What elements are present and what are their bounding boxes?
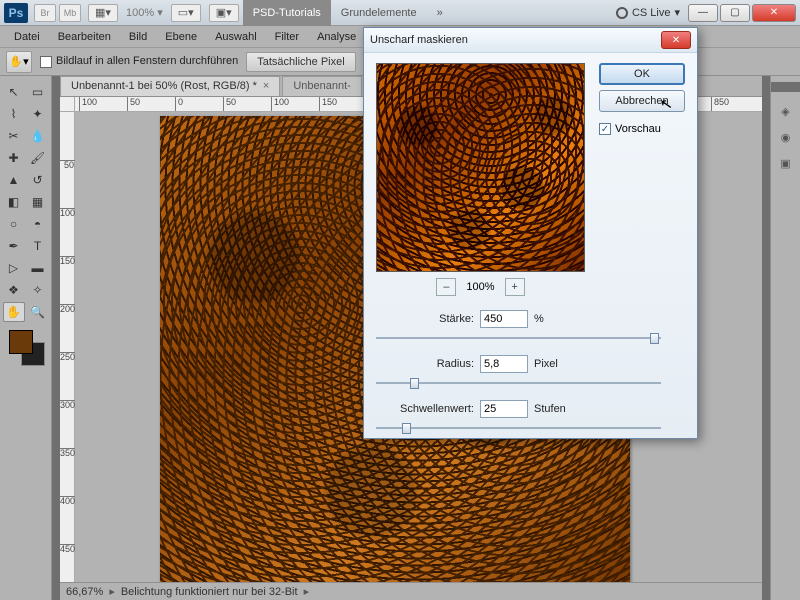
- radius-input[interactable]: [480, 355, 528, 373]
- workspace-more[interactable]: »: [427, 0, 453, 26]
- ok-button[interactable]: OK: [599, 63, 685, 85]
- close-tab-icon[interactable]: ×: [263, 80, 269, 92]
- strength-label: Stärke:: [376, 313, 474, 325]
- panel-dock-right: ◈ ◉ ▣: [770, 76, 800, 600]
- document-tab-active[interactable]: Unbenannt-1 bei 50% (Rost, RGB/8) *×: [60, 76, 280, 96]
- view-extras-dropdown[interactable]: ▭▾: [171, 4, 201, 22]
- menu-bearbeiten[interactable]: Bearbeiten: [50, 29, 119, 45]
- actual-pixels-button[interactable]: Tatsächliche Pixel: [246, 52, 355, 72]
- document-tab-inactive[interactable]: Unbenannt-: [282, 76, 362, 96]
- panel-rail-right[interactable]: [762, 76, 770, 600]
- threshold-input[interactable]: [480, 400, 528, 418]
- dialog-close-button[interactable]: ✕: [661, 31, 691, 49]
- magic-wand-tool[interactable]: ✦: [27, 104, 49, 124]
- move-tool[interactable]: ↖: [3, 82, 25, 102]
- shape-tool[interactable]: ▬: [27, 258, 49, 278]
- menu-analyse[interactable]: Analyse: [309, 29, 364, 45]
- menu-filter[interactable]: Filter: [267, 29, 307, 45]
- photoshop-logo: Ps: [4, 3, 28, 23]
- channels-panel-icon[interactable]: ◉: [775, 126, 797, 148]
- cancel-button[interactable]: Abbrechen: [599, 90, 685, 112]
- blur-tool[interactable]: ○: [3, 214, 25, 234]
- cs-live-button[interactable]: CS Live ▾: [616, 6, 680, 19]
- workspace-tab-psdtutorials[interactable]: PSD-Tutorials: [243, 0, 331, 26]
- arrange-dropdown[interactable]: ▦▾: [88, 4, 118, 22]
- eyedropper-tool[interactable]: 💧: [27, 126, 49, 146]
- healing-tool[interactable]: ✚: [3, 148, 25, 168]
- tool-preset-picker[interactable]: ✋▾: [6, 51, 32, 73]
- hand-tool[interactable]: ✋: [3, 302, 25, 322]
- menu-bild[interactable]: Bild: [121, 29, 155, 45]
- toolbox: ↖▭ ⌇✦ ✂💧 ✚🖌 ▲↺ ◧▦ ○◓ ✒T ▷▬ ❖✧ ✋🔍: [0, 76, 52, 600]
- crop-tool[interactable]: ✂: [3, 126, 25, 146]
- 3d-camera-tool[interactable]: ✧: [27, 280, 49, 300]
- lasso-tool[interactable]: ⌇: [3, 104, 25, 124]
- dialog-titlebar[interactable]: Unscharf maskieren ✕: [364, 28, 697, 53]
- paths-panel-icon[interactable]: ▣: [775, 152, 797, 174]
- bridge-button[interactable]: Br: [34, 4, 56, 22]
- status-message: Belichtung funktioniert nur bei 32-Bit: [121, 586, 298, 598]
- menu-datei[interactable]: Datei: [6, 29, 48, 45]
- window-minimize-button[interactable]: —: [688, 4, 718, 22]
- zoom-out-button[interactable]: –: [436, 278, 456, 296]
- stamp-tool[interactable]: ▲: [3, 170, 25, 190]
- window-close-button[interactable]: ✕: [752, 4, 796, 22]
- checkbox-checked-icon: ✓: [599, 123, 611, 135]
- marquee-tool[interactable]: ▭: [27, 82, 49, 102]
- scroll-all-checkbox[interactable]: Bildlauf in allen Fenstern durchführen: [40, 55, 238, 67]
- ruler-vertical: 50 100 150 200 250 300 350 400 450: [60, 112, 75, 582]
- preview-zoom-label: 100%: [466, 281, 494, 293]
- dialog-title: Unscharf maskieren: [370, 34, 661, 46]
- dodge-tool[interactable]: ◓: [27, 214, 49, 234]
- preview-checkbox[interactable]: ✓ Vorschau: [599, 123, 685, 135]
- threshold-slider[interactable]: [376, 421, 661, 435]
- layers-panel-icon[interactable]: ◈: [775, 100, 797, 122]
- history-brush-tool[interactable]: ↺: [27, 170, 49, 190]
- path-select-tool[interactable]: ▷: [3, 258, 25, 278]
- gradient-tool[interactable]: ▦: [27, 192, 49, 212]
- brush-tool[interactable]: 🖌: [27, 148, 49, 168]
- zoom-level-dropdown[interactable]: 100% ▾: [126, 6, 163, 19]
- minibridge-button[interactable]: Mb: [59, 4, 81, 22]
- dialog-preview[interactable]: [376, 63, 585, 272]
- radius-unit: Pixel: [534, 358, 558, 370]
- pen-tool[interactable]: ✒: [3, 236, 25, 256]
- screen-mode-dropdown[interactable]: ▣▾: [209, 4, 239, 22]
- status-menu-icon[interactable]: ▸: [304, 585, 310, 598]
- radius-label: Radius:: [376, 358, 474, 370]
- type-tool[interactable]: T: [27, 236, 49, 256]
- status-zoom[interactable]: 66,67%: [66, 586, 103, 598]
- threshold-unit: Stufen: [534, 403, 566, 415]
- zoom-in-button[interactable]: +: [505, 278, 525, 296]
- zoom-tool[interactable]: 🔍: [27, 302, 49, 322]
- window-maximize-button[interactable]: ▢: [720, 4, 750, 22]
- status-bar: 66,67% ▸ Belichtung funktioniert nur bei…: [60, 582, 762, 600]
- radius-slider[interactable]: [376, 376, 661, 390]
- eraser-tool[interactable]: ◧: [3, 192, 25, 212]
- menu-ebene[interactable]: Ebene: [157, 29, 205, 45]
- menu-auswahl[interactable]: Auswahl: [207, 29, 265, 45]
- strength-slider[interactable]: [376, 331, 661, 345]
- color-swatches[interactable]: [7, 328, 45, 366]
- panel-rail-left[interactable]: [52, 76, 60, 600]
- threshold-label: Schwellenwert:: [376, 403, 474, 415]
- unsharp-mask-dialog: Unscharf maskieren ✕ – 100% + Stärke: % …: [363, 27, 698, 439]
- app-titlebar: Ps Br Mb ▦▾ 100% ▾ ▭▾ ▣▾ PSD-Tutorials G…: [0, 0, 800, 26]
- 3d-tool[interactable]: ❖: [3, 280, 25, 300]
- workspace-tab-grundelemente[interactable]: Grundelemente: [331, 0, 427, 26]
- strength-input[interactable]: [480, 310, 528, 328]
- status-arrow-icon[interactable]: ▸: [109, 585, 115, 598]
- strength-unit: %: [534, 313, 544, 325]
- foreground-color[interactable]: [9, 330, 33, 354]
